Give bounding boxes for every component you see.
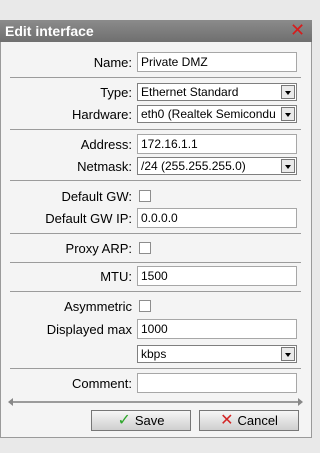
name-label: Name: — [93, 55, 132, 70]
chevron-down-icon[interactable] — [281, 159, 295, 173]
address-row: Address: 172.16.1.1 — [0, 134, 312, 156]
name-row: Name: Private DMZ — [0, 52, 312, 74]
cancel-button[interactable]: ✕ Cancel — [199, 410, 299, 431]
chevron-down-icon[interactable] — [281, 107, 295, 121]
check-icon: ✓ — [117, 411, 131, 429]
separator — [10, 291, 301, 292]
hardware-select-value: eth0 (Realtek Semicondu — [141, 107, 276, 121]
netmask-label: Netmask: — [77, 159, 132, 174]
address-label: Address: — [80, 137, 132, 152]
separator — [10, 233, 301, 234]
resize-handle[interactable] — [8, 398, 303, 406]
proxy-arp-checkbox[interactable] — [139, 242, 151, 254]
save-button[interactable]: ✓ Save — [91, 410, 191, 431]
mtu-input[interactable]: 1500 — [137, 266, 297, 286]
default-gw-ip-input[interactable]: 0.0.0.0 — [137, 208, 297, 228]
asymmetric-checkbox[interactable] — [139, 300, 151, 312]
netmask-select[interactable]: /24 (255.255.255.0) — [137, 157, 297, 175]
type-label: Type: — [100, 85, 132, 100]
displayed-max-label: Displayed max — [46, 322, 132, 337]
separator — [10, 180, 301, 181]
separator — [10, 262, 301, 263]
mtu-row: MTU: 1500 — [0, 266, 312, 288]
default-gw-ip-label: Default GW IP: — [45, 211, 132, 226]
unit-row: kbps — [0, 344, 312, 366]
default-gw-label: Default GW: — [61, 189, 132, 204]
mtu-label: MTU: — [100, 269, 132, 284]
default-gw-row: Default GW: — [0, 186, 312, 208]
save-label: Save — [134, 413, 165, 428]
chevron-down-icon[interactable] — [281, 347, 295, 361]
asymmetric-label: Asymmetric — [64, 299, 132, 314]
hardware-row: Hardware: eth0 (Realtek Semicondu — [0, 104, 312, 126]
separator — [10, 77, 301, 78]
dialog-title: Edit interface — [5, 23, 94, 39]
comment-label: Comment: — [72, 376, 132, 391]
cancel-label: Cancel — [237, 413, 278, 428]
address-input[interactable]: 172.16.1.1 — [137, 134, 297, 154]
displayed-max-row: Displayed max 1000 — [0, 319, 312, 341]
proxy-arp-label: Proxy ARP: — [65, 241, 132, 256]
dialog-titlebar[interactable]: Edit interface ✕ — [0, 20, 312, 42]
name-input[interactable]: Private DMZ — [137, 52, 297, 72]
chevron-down-icon[interactable] — [281, 85, 295, 99]
close-icon: ✕ — [220, 411, 234, 429]
separator — [10, 368, 301, 369]
unit-select[interactable]: kbps — [137, 345, 297, 363]
close-icon[interactable]: ✕ — [289, 21, 306, 39]
separator — [10, 129, 301, 130]
comment-row: Comment: — [0, 373, 312, 395]
hardware-select[interactable]: eth0 (Realtek Semicondu — [137, 105, 297, 123]
default-gw-ip-row: Default GW IP: 0.0.0.0 — [0, 208, 312, 230]
proxy-arp-row: Proxy ARP: — [0, 238, 312, 260]
netmask-select-value: /24 (255.255.255.0) — [141, 159, 246, 173]
displayed-max-input[interactable]: 1000 — [137, 319, 297, 339]
type-select-value: Ethernet Standard — [141, 85, 239, 99]
asymmetric-row: Asymmetric — [0, 296, 312, 318]
hardware-label: Hardware: — [72, 107, 132, 122]
comment-input[interactable] — [137, 373, 297, 393]
unit-select-value: kbps — [141, 347, 167, 361]
type-select[interactable]: Ethernet Standard — [137, 83, 297, 101]
default-gw-checkbox[interactable] — [139, 190, 151, 202]
netmask-row: Netmask: /24 (255.255.255.0) — [0, 156, 312, 178]
type-row: Type: Ethernet Standard — [0, 82, 312, 104]
